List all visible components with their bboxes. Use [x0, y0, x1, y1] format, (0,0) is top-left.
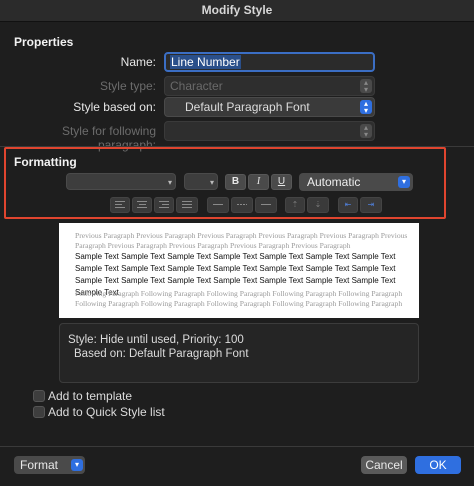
align-right-icon	[159, 199, 169, 210]
ok-button[interactable]: OK	[415, 456, 461, 474]
font-color-value: Automatic	[307, 175, 361, 189]
align-left-button[interactable]	[110, 197, 130, 213]
italic-button[interactable]: I	[248, 174, 269, 190]
single-spacing-icon	[213, 200, 223, 209]
add-to-template-label: Add to template	[48, 389, 133, 403]
preview-following-paragraph: Following Paragraph Following Paragraph …	[75, 289, 403, 308]
font-select[interactable]: ▾	[66, 173, 176, 190]
following-select: ▴ ▾	[164, 121, 375, 141]
preview-previous-paragraph: Previous Paragraph Previous Paragraph Pr…	[75, 231, 408, 250]
align-center-icon	[137, 199, 147, 210]
based-on-value: Default Paragraph Font	[185, 100, 310, 114]
style-type-select: Character ▴ ▾	[164, 76, 375, 96]
add-to-quick-style-label: Add to Quick Style list	[48, 405, 165, 419]
align-right-button[interactable]	[154, 197, 174, 213]
size-select[interactable]: ▾	[184, 173, 218, 190]
single-spacing-button[interactable]	[207, 197, 229, 213]
formatting-heading: Formatting	[14, 155, 77, 169]
style-type-value: Character	[170, 79, 223, 93]
format-menu-button[interactable]: Format ▾	[14, 456, 85, 474]
style-type-label: Style type:	[99, 79, 156, 93]
format-label: Format	[20, 458, 59, 472]
based-on-stepper-icon: ▴ ▾	[360, 100, 372, 115]
double-spacing-button[interactable]	[255, 197, 277, 213]
one-half-spacing-icon	[237, 200, 247, 209]
increase-indent-button[interactable]: ⇥	[360, 197, 382, 213]
description-line-2: Based on: Default Paragraph Font	[74, 348, 249, 360]
size-dropdown-icon: ▾	[209, 178, 214, 187]
space-after-button[interactable]: ⇣	[307, 197, 329, 213]
style-description: Style: Hide until used, Priority: 100 Ba…	[59, 323, 419, 383]
chevron-down-icon: ▾	[398, 176, 410, 188]
based-on-select[interactable]: Default Paragraph Font ▴ ▾	[164, 97, 375, 117]
window-title: Modify Style	[201, 3, 273, 17]
cancel-button[interactable]: Cancel	[361, 456, 407, 474]
justify-button[interactable]	[176, 197, 198, 213]
align-center-button[interactable]	[132, 197, 152, 213]
font-dropdown-icon: ▾	[167, 178, 172, 187]
checkbox-icon[interactable]	[33, 390, 45, 402]
bold-button[interactable]: B	[225, 174, 246, 190]
title-bar: Modify Style	[0, 0, 474, 22]
style-type-stepper-icon: ▴ ▾	[360, 79, 372, 94]
decrease-indent-icon: ⇤	[344, 200, 352, 209]
properties-heading: Properties	[14, 35, 74, 49]
following-stepper-icon: ▴ ▾	[360, 124, 372, 139]
name-field[interactable]: Line Number	[164, 52, 375, 72]
decrease-indent-button[interactable]: ⇤	[338, 197, 358, 213]
justify-icon	[182, 199, 192, 210]
underline-button[interactable]: U	[271, 174, 292, 190]
double-spacing-icon	[261, 200, 271, 209]
name-value: Line Number	[170, 55, 241, 69]
description-line-1: Style: Hide until used, Priority: 100	[68, 334, 244, 346]
style-preview: Previous Paragraph Previous Paragraph Pr…	[59, 223, 419, 318]
based-on-label: Style based on:	[73, 100, 156, 114]
name-label: Name:	[120, 55, 156, 69]
space-before-button[interactable]: ⇡	[285, 197, 305, 213]
footer-divider	[0, 446, 474, 447]
space-after-icon: ⇣	[314, 200, 322, 209]
chevron-down-icon: ▾	[71, 459, 83, 471]
increase-indent-icon: ⇥	[367, 200, 375, 209]
space-before-icon: ⇡	[291, 200, 299, 209]
font-color-select[interactable]: Automatic ▾	[299, 173, 413, 191]
checkbox-icon[interactable]	[33, 406, 45, 418]
one-half-spacing-button[interactable]	[231, 197, 253, 213]
align-left-icon	[115, 199, 125, 210]
